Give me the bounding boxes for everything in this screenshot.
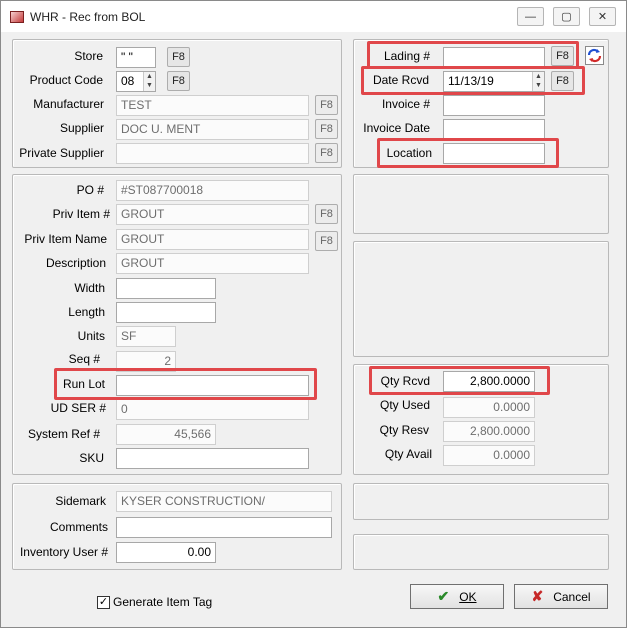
window-title: WHR - Rec from BOL: [30, 10, 146, 24]
supplier-field[interactable]: DOC U. MENT: [116, 119, 309, 140]
spin-up-icon[interactable]: ▲: [144, 72, 155, 81]
qty-avail-label: Qty Avail: [384, 447, 432, 461]
sku-field[interactable]: [116, 448, 309, 469]
priv-item-name-field[interactable]: GROUT: [116, 229, 309, 250]
supplier-f8-button[interactable]: F8: [315, 119, 338, 139]
width-field[interactable]: [116, 278, 216, 299]
invoice-date-field[interactable]: [443, 119, 545, 140]
maximize-button[interactable]: ▢: [553, 7, 580, 26]
sidemark-field[interactable]: KYSER CONSTRUCTION/: [116, 491, 332, 512]
close-button[interactable]: ✕: [589, 7, 616, 26]
empty-panel-3: [353, 483, 609, 520]
private-supplier-f8-button[interactable]: F8: [315, 143, 338, 163]
location-label: Location: [386, 146, 432, 160]
system-ref-label: System Ref #: [27, 427, 100, 441]
width-label: Width: [74, 281, 105, 295]
ok-button[interactable]: ✔ OK: [410, 584, 504, 609]
private-supplier-label: Private Supplier: [19, 146, 104, 160]
description-field[interactable]: GROUT: [116, 253, 309, 274]
date-rcvd-label: Date Rcvd: [372, 73, 429, 87]
ud-ser-field[interactable]: 0: [116, 399, 309, 420]
product-code-spinner[interactable]: ▲ ▼: [143, 72, 155, 91]
inventory-user-label: Inventory User #: [19, 545, 108, 559]
comments-field[interactable]: [116, 517, 332, 538]
app-icon: [10, 11, 24, 23]
spin-down-icon[interactable]: ▼: [144, 81, 155, 90]
empty-panel-2: [353, 241, 609, 357]
product-code-label: Product Code: [29, 73, 103, 87]
priv-item-field[interactable]: GROUT: [116, 204, 309, 225]
supplier-label: Supplier: [59, 121, 104, 135]
priv-item-name-label: Priv Item Name: [24, 232, 107, 246]
po-field[interactable]: #ST087700018: [116, 180, 309, 201]
store-field[interactable]: " ": [116, 47, 156, 68]
sidemark-label: Sidemark: [55, 494, 106, 508]
location-field[interactable]: [443, 143, 545, 164]
qty-rcvd-label: Qty Rcvd: [380, 374, 430, 388]
po-label: PO #: [76, 183, 104, 197]
date-rcvd-f8-button[interactable]: F8: [551, 71, 574, 91]
whr-window: WHR - Rec from BOL — ▢ ✕ Store " " F8 Pr…: [0, 0, 627, 628]
system-ref-field[interactable]: 45,566: [116, 424, 216, 445]
check-icon: ✔: [437, 588, 450, 604]
refresh-icon[interactable]: [585, 46, 604, 65]
minimize-button[interactable]: —: [517, 7, 544, 26]
manufacturer-f8-button[interactable]: F8: [315, 95, 338, 115]
qty-resv-field[interactable]: 2,800.0000: [443, 421, 535, 442]
qty-resv-label: Qty Resv: [379, 423, 429, 437]
spin-down-icon[interactable]: ▼: [533, 81, 544, 90]
ok-label: OK: [459, 589, 477, 604]
sku-label: SKU: [79, 451, 104, 465]
length-label: Length: [68, 305, 105, 319]
empty-panel-4: [353, 534, 609, 570]
run-lot-field[interactable]: [116, 375, 309, 396]
date-rcvd-spinner[interactable]: ▲ ▼: [532, 72, 544, 91]
seq-label: Seq #: [68, 352, 100, 366]
description-label: Description: [45, 256, 106, 270]
x-icon: ✘: [531, 588, 544, 604]
manufacturer-label: Manufacturer: [33, 97, 104, 111]
qty-avail-field[interactable]: 0.0000: [443, 445, 535, 466]
cancel-label: Cancel: [553, 589, 591, 604]
length-field[interactable]: [116, 302, 216, 323]
lading-label: Lading #: [383, 49, 430, 63]
seq-field[interactable]: 2: [116, 351, 176, 372]
inventory-user-field[interactable]: 0.00: [116, 542, 216, 563]
invoice-label: Invoice #: [381, 97, 430, 111]
priv-item-name-f8-button[interactable]: F8: [315, 231, 338, 251]
date-rcvd-field[interactable]: 11/13/19: [443, 71, 545, 92]
lading-field[interactable]: [443, 47, 545, 68]
generate-item-tag-label[interactable]: Generate Item Tag: [113, 595, 212, 609]
invoice-date-label: Invoice Date: [363, 121, 430, 135]
run-lot-label: Run Lot: [62, 377, 105, 391]
lading-f8-button[interactable]: F8: [551, 46, 574, 66]
invoice-field[interactable]: [443, 95, 545, 116]
private-supplier-field[interactable]: [116, 143, 309, 164]
product-code-f8-button[interactable]: F8: [167, 71, 190, 91]
generate-item-tag-checkbox[interactable]: ✓: [97, 596, 110, 609]
units-label: Units: [77, 329, 105, 343]
cancel-button[interactable]: ✘ Cancel: [514, 584, 608, 609]
store-f8-button[interactable]: F8: [167, 47, 190, 67]
title-bar: WHR - Rec from BOL — ▢ ✕: [1, 1, 626, 32]
qty-used-label: Qty Used: [379, 398, 430, 412]
priv-item-label: Priv Item #: [52, 207, 110, 221]
priv-item-f8-button[interactable]: F8: [315, 204, 338, 224]
units-field[interactable]: SF: [116, 326, 176, 347]
ud-ser-label: UD SER #: [50, 401, 106, 415]
store-label: Store: [74, 49, 103, 63]
qty-used-field[interactable]: 0.0000: [443, 397, 535, 418]
manufacturer-field[interactable]: TEST: [116, 95, 309, 116]
empty-panel-1: [353, 174, 609, 234]
spin-up-icon[interactable]: ▲: [533, 72, 544, 81]
qty-rcvd-field[interactable]: 2,800.0000: [443, 371, 535, 392]
comments-label: Comments: [49, 520, 108, 534]
